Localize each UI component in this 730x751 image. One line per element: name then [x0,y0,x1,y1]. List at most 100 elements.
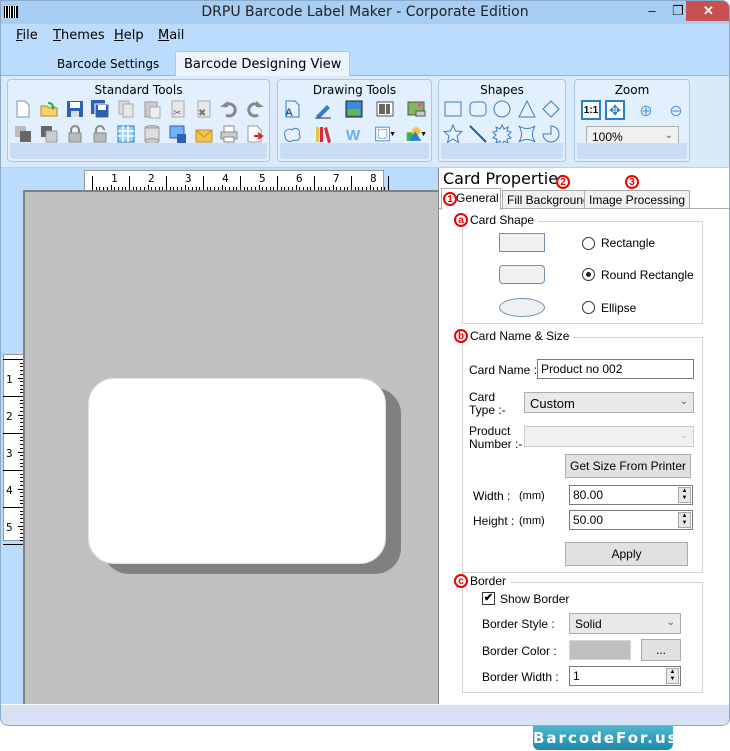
fit-to-window-icon[interactable]: ✥ [605,100,625,120]
show-border-checkbox[interactable]: ✔ [482,592,495,605]
cut-icon[interactable]: ✂ [167,98,189,120]
barcode-icon[interactable] [374,98,396,120]
database-icon[interactable] [141,123,163,145]
standard-tools-title: Standard Tools [94,83,183,97]
shapes-group: Shapes [438,79,566,162]
ruler-tick-label: 2 [148,172,155,185]
menu-mail[interactable]: Mail [158,28,184,43]
border-style-value: Solid [575,617,602,631]
menu-themes[interactable]: Themes [53,28,105,43]
text-icon[interactable]: A [281,98,303,120]
zoom-out-icon[interactable]: ⊖ [665,100,687,122]
copy-icon[interactable] [115,98,137,120]
height-spinner[interactable]: ▲ ▼ [678,512,691,528]
spin-down-icon[interactable]: ▼ [670,676,676,682]
show-border-label: Show Border [500,592,570,606]
round-rectangle-radio[interactable] [582,268,595,281]
tab-general[interactable]: 1 General [441,188,501,210]
card-name-size-group: b Card Name & Size Card Name : Product n… [454,329,703,573]
border-style-select[interactable]: Solid ⌄ [569,613,681,634]
new-icon[interactable] [12,98,34,120]
design-canvas[interactable] [23,190,438,704]
open-icon[interactable] [38,98,60,120]
border-icon[interactable]: ▼ [374,123,396,145]
get-size-from-printer-button[interactable]: Get Size From Printer [565,454,691,478]
signature-shape-icon[interactable]: ▼ [405,123,427,145]
tab-fill-background[interactable]: Fill Background [502,190,595,209]
product-number-select: ⌄ [524,426,694,447]
card-name-size-legend: b Card Name & Size [454,329,574,343]
label-card[interactable] [88,378,386,564]
tab-barcode-settings[interactable]: Barcode Settings [49,53,167,76]
burst-icon[interactable] [491,123,513,145]
close-button[interactable]: ✕ [686,1,729,21]
ellipse-icon[interactable] [491,98,513,120]
export-pdf-icon[interactable] [244,123,266,145]
spin-down-icon[interactable]: ▼ [682,495,688,501]
export-image-icon[interactable] [167,123,189,145]
pen-icon[interactable] [312,98,334,120]
zoom-in-icon[interactable]: ⊕ [635,100,657,122]
rectangle-icon[interactable] [442,98,464,120]
ellipse-radio[interactable] [582,301,595,314]
width-spinner[interactable]: ▲ ▼ [678,487,691,503]
width-unit: (mm) [519,490,545,502]
spin-up-icon[interactable]: ▲ [670,669,676,675]
border-style-label: Border Style : [482,617,555,631]
send-back-icon[interactable] [12,123,34,145]
picture-icon[interactable] [343,98,365,120]
ruler-tick-label: 8 [370,172,377,185]
tab-image-processing[interactable]: Image Processing [584,190,691,209]
email-icon[interactable] [193,123,215,145]
delete-icon[interactable]: ✖ [193,98,215,120]
minimize-button[interactable]: – [639,1,665,21]
ruler-tick-label: 7 [333,172,340,185]
width-input[interactable]: 80.00 ▲ ▼ [569,485,693,505]
spin-up-icon[interactable]: ▲ [682,513,688,519]
border-legend: c Border [454,574,511,588]
library-icon[interactable] [312,123,334,145]
rounded-rectangle-icon[interactable] [467,98,489,120]
watermark-icon[interactable]: W [343,123,365,145]
card-type-label-line2: Type :- [469,403,506,417]
grid-icon[interactable] [115,123,137,145]
diamond-icon[interactable] [540,98,562,120]
card-name-size-label: Card Name & Size [470,329,570,343]
paste-icon[interactable] [141,98,163,120]
spin-down-icon[interactable]: ▼ [682,520,688,526]
height-input[interactable]: 50.00 ▲ ▼ [569,510,693,530]
pie-icon[interactable] [540,123,562,145]
menu-help[interactable]: Help [114,28,144,43]
redo-icon[interactable] [244,98,266,120]
star-icon[interactable] [442,123,464,145]
undo-icon[interactable] [218,98,240,120]
rectangle-radio[interactable] [582,237,595,250]
actual-size-icon[interactable]: 1:1 [581,100,601,120]
width-label: Width : [473,489,511,503]
card-type-select[interactable]: Custom ⌄ [524,392,694,413]
print-icon[interactable] [218,123,240,145]
spin-up-icon[interactable]: ▲ [682,488,688,494]
unlock-icon[interactable] [89,123,111,145]
save-icon[interactable] [64,98,86,120]
line-icon[interactable] [467,123,489,145]
apply-button[interactable]: Apply [565,542,688,566]
product-number-label: Product Number :- [469,425,522,451]
border-width-spinner[interactable]: ▲ ▼ [666,668,679,684]
save-as-icon[interactable] [89,98,111,120]
border-width-label: Border Width : [482,670,559,684]
lock-icon[interactable] [64,123,86,145]
blob-shape-icon[interactable] [281,123,303,145]
bring-front-icon[interactable] [38,123,60,145]
svg-text:✂: ✂ [173,108,181,119]
triangle-icon[interactable] [516,98,538,120]
image-icon[interactable] [405,98,427,120]
border-color-picker-button[interactable]: ... [641,639,681,661]
tab-barcode-designing-view[interactable]: Barcode Designing View [175,51,351,77]
ellipse-preview [499,298,545,317]
border-width-input[interactable]: 1 ▲ ▼ [569,666,681,686]
card-name-input[interactable]: Product no 002 [537,359,694,379]
menu-file[interactable]: File [16,28,38,43]
zoom-level-value: 100% [592,130,623,144]
four-point-star-icon[interactable] [516,123,538,145]
